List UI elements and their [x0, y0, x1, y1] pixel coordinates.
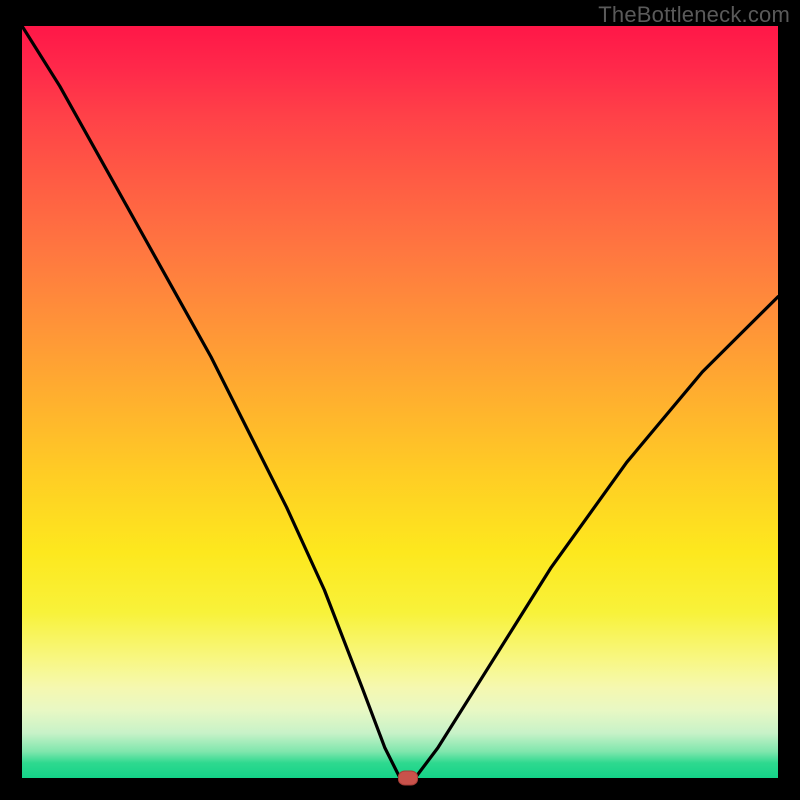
page-root: TheBottleneck.com: [0, 0, 800, 800]
curve-path: [22, 26, 778, 778]
bottleneck-curve: [22, 26, 778, 778]
watermark-text: TheBottleneck.com: [598, 2, 790, 28]
minimum-marker: [398, 771, 418, 786]
chart-area: [22, 26, 778, 778]
